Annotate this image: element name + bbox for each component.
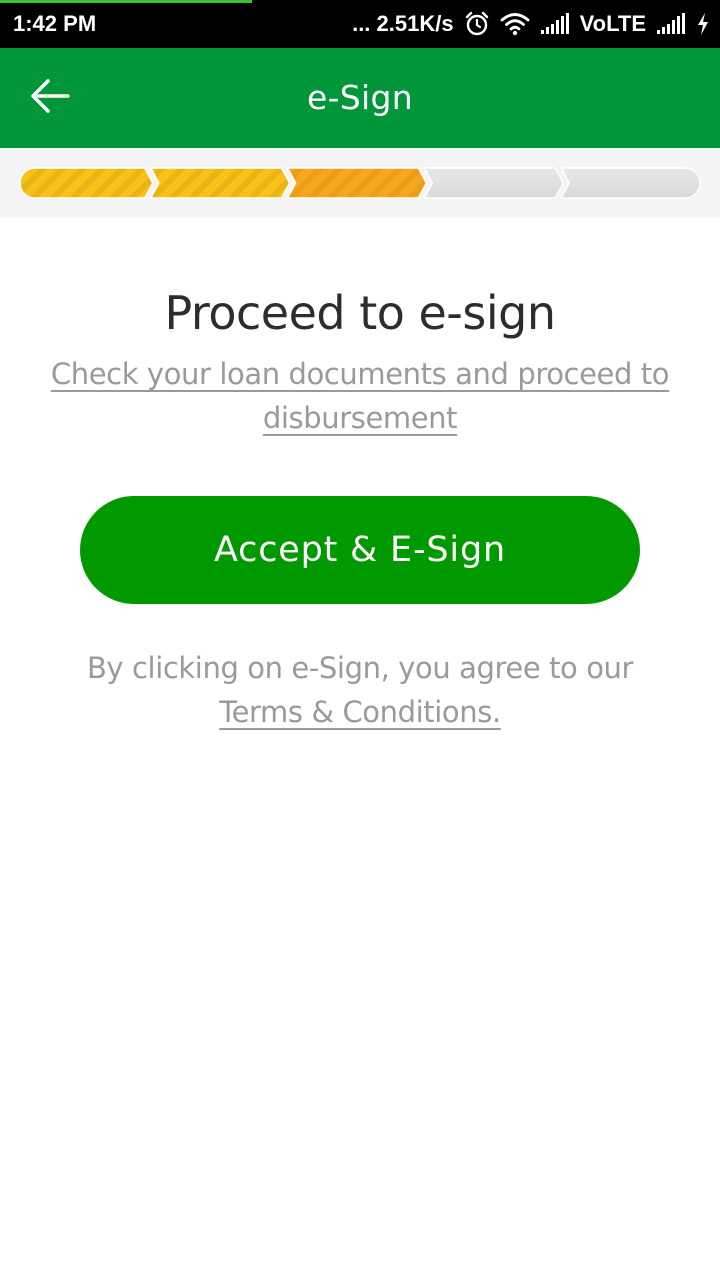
alarm-icon bbox=[464, 11, 490, 37]
stepper-segment-current bbox=[286, 167, 428, 199]
loan-documents-link[interactable]: Check your loan documents and proceed to… bbox=[40, 352, 680, 440]
stepper-segment-completed bbox=[19, 167, 154, 199]
status-time: 1:42 PM bbox=[13, 11, 97, 36]
progress-stepper bbox=[0, 148, 720, 218]
wifi-icon bbox=[500, 12, 530, 36]
disclaimer-text: By clicking on e-Sign, you agree to our bbox=[86, 651, 634, 685]
charging-icon bbox=[696, 12, 710, 36]
disclaimer: By clicking on e-Sign, you agree to our … bbox=[40, 646, 680, 734]
app-bar: e-Sign bbox=[0, 48, 720, 148]
stepper-graphic bbox=[19, 167, 701, 199]
stepper-segment-pending bbox=[559, 167, 701, 199]
page-heading: Proceed to e-sign bbox=[164, 286, 557, 340]
signal-icon bbox=[656, 13, 686, 35]
status-icons: ... 2.51K/s VoLTE bbox=[352, 8, 710, 40]
network-speed: ... 2.51K/s bbox=[352, 11, 454, 36]
stepper-segment-pending bbox=[423, 167, 565, 199]
network-type-label: VoLTE bbox=[579, 11, 646, 36]
page-title: e-Sign bbox=[307, 78, 413, 117]
terms-conditions-link[interactable]: Terms & Conditions. bbox=[219, 695, 501, 729]
stepper-segment-completed bbox=[149, 167, 291, 199]
page-load-progress bbox=[0, 0, 252, 3]
accept-esign-button[interactable]: Accept & E-Sign bbox=[80, 496, 640, 604]
signal-icon bbox=[540, 13, 570, 35]
status-bar: 1:42 PM ... 2.51K/s VoLTE bbox=[0, 0, 720, 48]
